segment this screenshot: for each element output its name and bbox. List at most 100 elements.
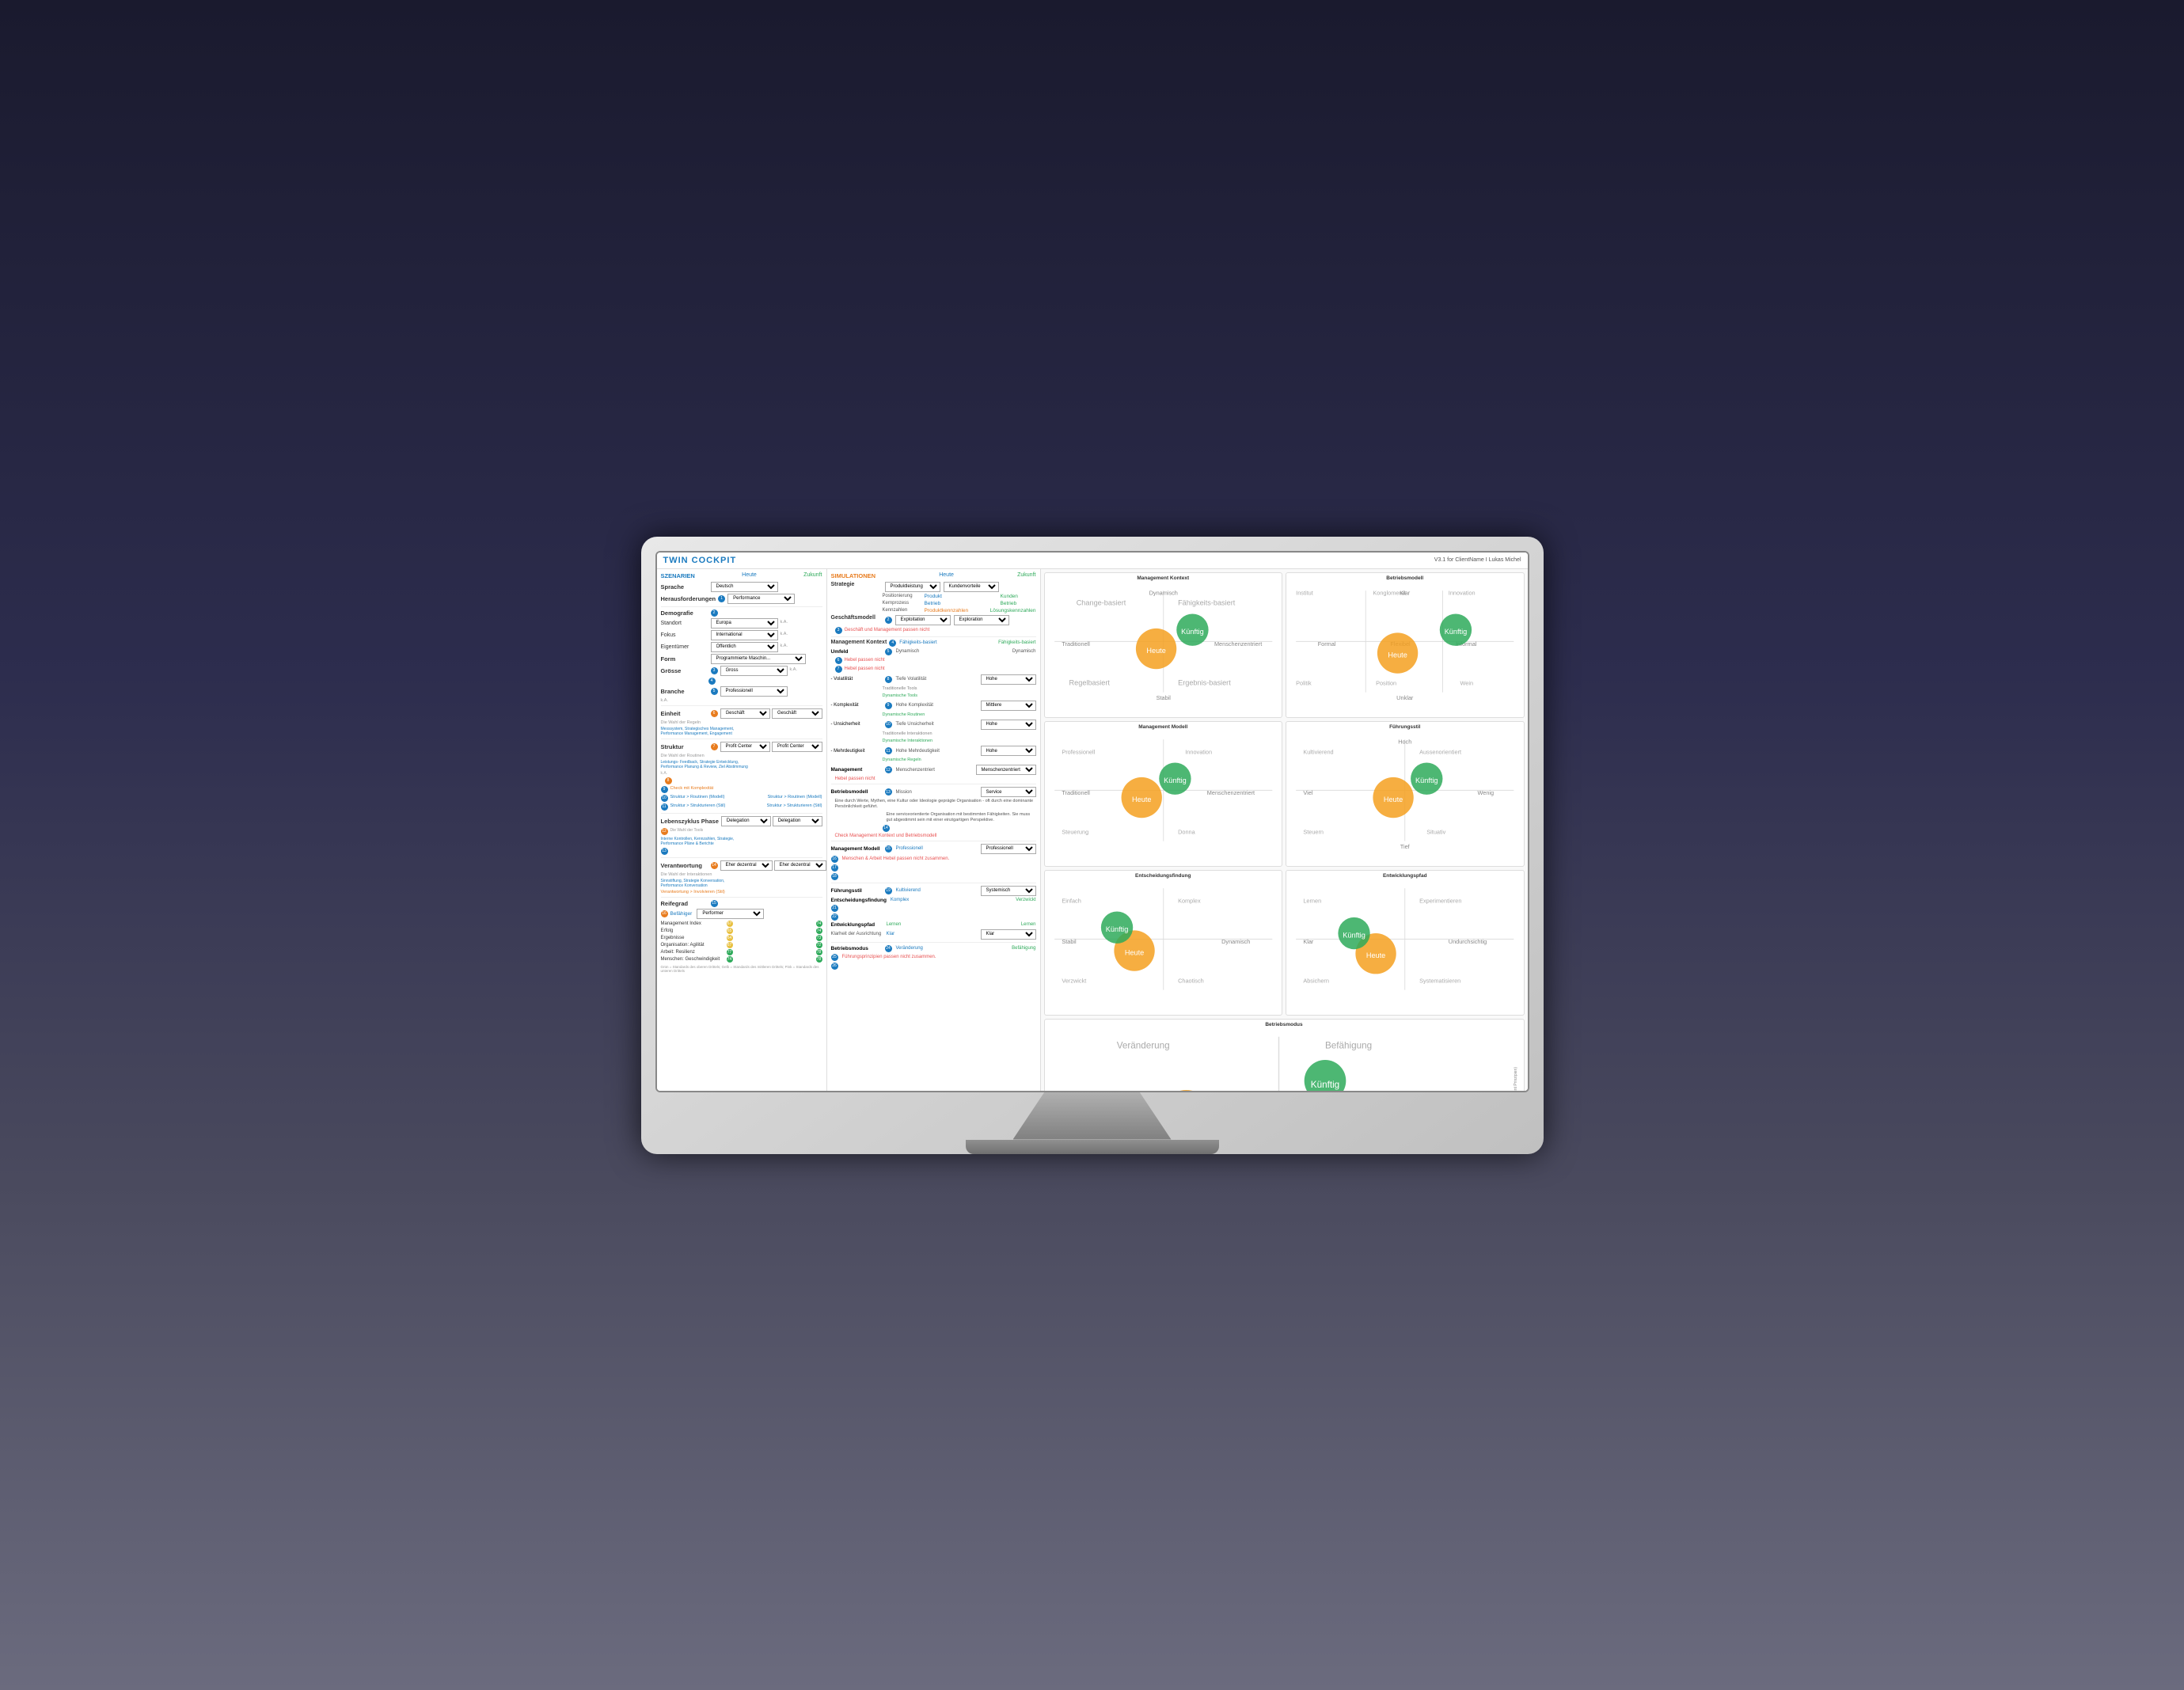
svg-text:Heute: Heute bbox=[1146, 647, 1165, 655]
geschaftsmodell-row: Geschäftsmodell 2 Exploitation Explorati… bbox=[831, 615, 1036, 625]
reifegrad-row: Reifegrad 15 bbox=[661, 900, 822, 907]
mgmt-modell-zukunft-select[interactable]: Professionell bbox=[981, 844, 1036, 854]
ergebnisse-row: Ergebnisse 64 73 bbox=[661, 935, 822, 941]
management-zukunft-select[interactable]: Menschenzentriert bbox=[976, 765, 1036, 775]
branche-select[interactable]: Professionell bbox=[720, 686, 788, 697]
erfolg-row: Erfolg 65 74 bbox=[661, 928, 822, 934]
lebenszyklus-select-heute[interactable]: Delegation bbox=[721, 816, 771, 826]
herausforderungen-select[interactable]: Performance bbox=[727, 594, 795, 604]
dyn-routinen: Dynamische Routinen bbox=[831, 712, 1036, 718]
svg-text:Innovation: Innovation bbox=[1449, 589, 1476, 596]
betriebsmodell-desc2: Eine serviceorientierte Organisation mit… bbox=[831, 812, 1036, 823]
betriebsmodus-label: Betriebsmodus bbox=[831, 946, 883, 951]
chart-entscheidung: Entscheidungsfindung Einfach Komplex Ver… bbox=[1044, 870, 1283, 1016]
ergebnisse-label: Ergebnisse bbox=[661, 936, 724, 940]
score-dot-mgmt-heute: 67 bbox=[727, 921, 733, 927]
score-dot-erg-zukunft: 73 bbox=[816, 935, 822, 941]
branche-label: Branche bbox=[661, 688, 708, 695]
dyn-tools: Dynamische Tools bbox=[831, 693, 1036, 699]
kennzahlen-zukunft: Lösungskennzahlen bbox=[990, 608, 1036, 613]
sim-col-heute: Heute bbox=[939, 572, 954, 579]
komplexitat-zukunft-select[interactable]: Mittlere bbox=[981, 701, 1036, 711]
badge-mm16-row: 16 Menschen & Arbeit Hebel passen nicht … bbox=[831, 856, 1036, 863]
sprache-label: Sprache bbox=[661, 583, 708, 591]
svg-text:Klar: Klar bbox=[1400, 589, 1411, 596]
app-version: V3.1 for ClientName I Lukas Michel bbox=[1434, 557, 1521, 563]
score-dot-mgmt-zukunft: 74 bbox=[816, 921, 822, 927]
score-dot-org-zukunft: 72 bbox=[816, 942, 822, 948]
mgmt-hebel: Hebel passen nicht bbox=[831, 777, 1036, 781]
reifegrad-value: Befähiger bbox=[670, 911, 693, 917]
dyn-regeln: Dynamische Regeln bbox=[831, 758, 1036, 763]
umfeld-label: Umfeld bbox=[831, 649, 883, 655]
badge-1: 1 bbox=[718, 595, 725, 602]
svg-text:Innovation: Innovation bbox=[1185, 748, 1212, 755]
badge-mg12: 12 bbox=[885, 766, 892, 773]
mgmt-index-row: Management Index 67 74 bbox=[661, 921, 822, 927]
geschaftsmodell-heute-select[interactable]: Exploitation bbox=[895, 615, 951, 625]
svg-text:Professionell: Professionell bbox=[1062, 748, 1095, 755]
svg-text:Menschenzentriert: Menschenzentriert bbox=[1206, 788, 1254, 796]
betriebsmodell-zukunft-select[interactable]: Service bbox=[981, 787, 1036, 797]
kennzahlen-row: Kennzahlen Produktkennzahlen Lösungskenn… bbox=[831, 608, 1036, 613]
grosse-select[interactable]: Gross bbox=[720, 666, 788, 676]
strategie-heute-select[interactable]: Produktleistung bbox=[885, 582, 940, 592]
svg-text:Künftig: Künftig bbox=[1415, 777, 1438, 784]
svg-text:Traditionell: Traditionell bbox=[1062, 788, 1090, 796]
fuhrungsstil-row: Führungsstil 19 Kultivierend Systemisch bbox=[831, 886, 1036, 896]
geschaftsmodell-zukunft-select[interactable]: Exploration bbox=[954, 615, 1009, 625]
svg-text:Unklar: Unklar bbox=[1396, 693, 1414, 701]
svg-text:Komplex: Komplex bbox=[1178, 897, 1201, 904]
struktur-routinen-row: 10 Struktur > Routinen (Modell) Struktur… bbox=[661, 795, 822, 802]
betriebsmodus-row: Betriebsmodus 24 Veränderung Befähigung bbox=[831, 945, 1036, 952]
badge-h6: 6 bbox=[835, 657, 842, 664]
struktur-strukturen-row: 11 Struktur > Strukturieren (Stil) Struk… bbox=[661, 803, 822, 811]
chart-fuhrungsstil-title: Führungsstil bbox=[1289, 724, 1521, 730]
verantwortung-select-zukunft[interactable]: Eher dezentral bbox=[774, 860, 826, 871]
entwicklung-svg: Lernen Experimentieren Absichern Systema… bbox=[1289, 880, 1521, 1012]
badge-k9: 9 bbox=[885, 702, 892, 709]
entscheidung-heute: Komplex bbox=[891, 898, 909, 902]
sprache-select[interactable]: Deutsch bbox=[711, 582, 778, 592]
svg-text:Donna: Donna bbox=[1178, 828, 1196, 835]
badge-4: 4 bbox=[708, 678, 716, 685]
mehrdeutigkeit-zukunft-select[interactable]: Hohe bbox=[981, 746, 1036, 756]
struktur-select-heute[interactable]: Profit Center bbox=[720, 742, 771, 752]
check-komplexitat-row: 9 Check mit Komplexität bbox=[661, 786, 822, 793]
unsicherheit-zukunft-select[interactable]: Hohe bbox=[981, 720, 1036, 730]
betriebsmodell-label: Betriebsmodell bbox=[831, 789, 883, 795]
badge-ef21-row: 21 bbox=[831, 905, 1036, 912]
check-komplexitat: Check mit Komplexität bbox=[670, 786, 714, 791]
reifegrad-select[interactable]: Performer bbox=[697, 909, 764, 919]
chart-entwicklung-title: Entwicklungspfad bbox=[1289, 873, 1521, 879]
chart-betriebsmodell: Betriebsmodell Institut Konglomerat Inn bbox=[1286, 572, 1525, 718]
volatilitat-zukunft-select[interactable]: Hohe bbox=[981, 674, 1036, 685]
hebel-row2: 7 Hebel passen nicht bbox=[831, 666, 1036, 673]
klarheit-zukunft-select[interactable]: Klar bbox=[981, 929, 1036, 940]
einheit-select-zukunft[interactable]: Geschäft bbox=[772, 708, 822, 719]
score-dot-erg-heute: 64 bbox=[727, 935, 733, 941]
svg-text:Fähigkeits-basiert: Fähigkeits-basiert bbox=[1178, 598, 1236, 606]
lebenszyklus-select-zukunft[interactable]: Delegation bbox=[773, 816, 822, 826]
volatilitat-heute: Tiefe Volatilität bbox=[896, 677, 927, 682]
eigentumer-select[interactable]: Öffentlich bbox=[711, 642, 778, 652]
komplexitat-label: - Komplexität bbox=[831, 703, 883, 708]
mgmt-kontext-heute: Fähigkeits-basiert bbox=[899, 640, 936, 645]
badge-bm13: 13 bbox=[885, 788, 892, 796]
fuhrungsstil-zukunft-select[interactable]: Systemisch bbox=[981, 886, 1036, 896]
struktur-select-zukunft[interactable]: Profit Center bbox=[772, 742, 822, 752]
positionierung-label: Positionierung bbox=[883, 594, 922, 598]
form-select[interactable]: Programmierte Maschin... bbox=[711, 654, 806, 664]
chart-fuhrungsstil: Führungsstil Kultivierend Aussenorientie… bbox=[1286, 721, 1525, 867]
mgmt-kontext-svg: Change-basiert Fähigkeits-basiert Regelb… bbox=[1047, 583, 1280, 715]
standort-select[interactable]: Europa bbox=[711, 618, 778, 629]
strategie-zukunft-select[interactable]: Kundenvorteile bbox=[944, 582, 999, 592]
geschaft-warning-row: 3 Geschäft und Management passen nicht bbox=[831, 627, 1036, 634]
unsicherheit-label: - Unsicherheit bbox=[831, 722, 883, 727]
verantwortung-select-heute[interactable]: Eher dezentral bbox=[720, 860, 773, 871]
form-label: Form bbox=[661, 655, 708, 663]
einheit-select-heute[interactable]: Geschäft bbox=[720, 708, 771, 719]
struktur-routinen2: Struktur > Routinen (Modell) bbox=[768, 795, 822, 799]
klarheit-row: Klarheit der Ausrichtung Klar Klar bbox=[831, 929, 1036, 940]
fokus-select[interactable]: International bbox=[711, 630, 778, 640]
